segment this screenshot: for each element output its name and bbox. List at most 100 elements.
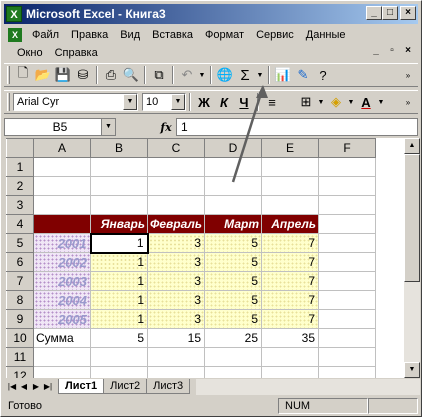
row-header[interactable]: 3 [6, 195, 34, 215]
header-cell[interactable]: Февраль [147, 214, 205, 234]
autosum-icon[interactable]: Σ [235, 65, 255, 85]
sum-label-cell[interactable]: Сумма [33, 328, 91, 348]
font-color-icon[interactable]: A [356, 92, 376, 112]
print-icon[interactable]: ⎙ [101, 65, 121, 85]
value-cell[interactable]: 5 [204, 290, 262, 310]
year-cell[interactable]: 2002 [33, 252, 91, 272]
cell[interactable] [204, 176, 262, 196]
name-box[interactable]: B5 ▼ [4, 118, 116, 136]
cell[interactable] [261, 176, 319, 196]
cell[interactable] [318, 309, 376, 329]
tab-sheet3[interactable]: Лист3 [146, 379, 191, 394]
cell[interactable] [318, 290, 376, 310]
autosum-dropdown-icon[interactable]: ▼ [255, 65, 265, 85]
value-cell[interactable]: 5 [204, 309, 262, 329]
cell[interactable] [147, 347, 205, 367]
cell[interactable] [204, 347, 262, 367]
new-icon[interactable]: 🗋 [13, 65, 33, 85]
align-left-icon[interactable]: ≡ [262, 92, 282, 112]
cell[interactable] [204, 195, 262, 215]
year-cell[interactable]: 2005 [33, 309, 91, 329]
cell[interactable] [318, 328, 376, 348]
undo-icon[interactable]: ↶ [177, 65, 197, 85]
minimize-button[interactable]: _ [366, 6, 382, 20]
horizontal-scrollbar[interactable] [196, 378, 420, 395]
row-header[interactable]: 6 [6, 252, 34, 272]
column-header-c[interactable]: C [147, 138, 205, 158]
cell[interactable] [261, 157, 319, 177]
row-header[interactable]: 10 [6, 328, 34, 348]
next-sheet-icon[interactable]: ▶ [30, 382, 42, 391]
font-color-dropdown-icon[interactable]: ▼ [376, 92, 386, 112]
value-cell[interactable]: 3 [147, 233, 205, 253]
column-header-d[interactable]: D [204, 138, 262, 158]
chevron-down-icon[interactable]: ▼ [171, 94, 185, 110]
year-cell[interactable]: 2004 [33, 290, 91, 310]
row-header[interactable]: 2 [6, 176, 34, 196]
menu-edit[interactable]: Правка [65, 29, 114, 41]
column-header-a[interactable]: A [33, 138, 91, 158]
cell[interactable] [33, 347, 91, 367]
menu-insert[interactable]: Вставка [146, 29, 199, 41]
chart-wizard-icon[interactable]: 📊 [273, 65, 293, 85]
document-icon[interactable]: X [8, 28, 22, 42]
active-cell[interactable]: 1 [89, 232, 149, 254]
print-preview-icon[interactable]: 🔍 [121, 65, 141, 85]
cell[interactable] [147, 157, 205, 177]
borders-icon[interactable]: ⊞ [296, 92, 316, 112]
value-cell[interactable]: 7 [261, 290, 319, 310]
fill-color-dropdown-icon[interactable]: ▼ [346, 92, 356, 112]
tab-sheet2[interactable]: Лист2 [103, 379, 148, 394]
menu-tools[interactable]: Сервис [250, 29, 300, 41]
year-cell[interactable]: 2001 [33, 233, 91, 253]
borders-dropdown-icon[interactable]: ▼ [316, 92, 326, 112]
maximize-button[interactable]: □ [382, 6, 398, 20]
first-sheet-icon[interactable]: |◀ [6, 382, 18, 391]
scroll-up-icon[interactable]: ▲ [404, 138, 420, 154]
value-cell[interactable]: 5 [204, 271, 262, 291]
cell[interactable] [318, 176, 376, 196]
cell[interactable] [261, 347, 319, 367]
row-header[interactable]: 12 [6, 366, 34, 378]
cell[interactable] [33, 195, 91, 215]
cell[interactable] [147, 195, 205, 215]
sum-cell[interactable]: 25 [204, 328, 262, 348]
row-header[interactable]: 5 [6, 233, 34, 253]
value-cell[interactable]: 5 [204, 233, 262, 253]
drawing-icon[interactable]: ✎ [293, 65, 313, 85]
cell[interactable] [90, 366, 148, 378]
open-icon[interactable]: 📂 [33, 65, 53, 85]
formula-input[interactable]: 1 [176, 118, 418, 136]
font-size-select[interactable]: 10 ▼ [142, 93, 186, 111]
cell[interactable] [90, 157, 148, 177]
value-cell[interactable]: 7 [261, 271, 319, 291]
cell[interactable] [318, 252, 376, 272]
row-header[interactable]: 8 [6, 290, 34, 310]
underline-button[interactable]: Ч [234, 92, 254, 112]
font-select[interactable]: Arial Cyr ▼ [13, 93, 138, 111]
chevron-down-icon[interactable]: ▼ [101, 119, 115, 135]
menu-window[interactable]: Окно [11, 47, 49, 59]
row-header[interactable]: 11 [6, 347, 34, 367]
menu-format[interactable]: Формат [199, 29, 250, 41]
select-all-corner[interactable] [6, 138, 34, 158]
value-cell[interactable]: 5 [204, 252, 262, 272]
sum-cell[interactable]: 5 [90, 328, 148, 348]
value-cell[interactable]: 3 [147, 271, 205, 291]
column-header-b[interactable]: B [90, 138, 148, 158]
row-header[interactable]: 4 [6, 214, 34, 234]
toolbar-grip[interactable] [7, 93, 10, 111]
value-cell[interactable]: 1 [90, 252, 148, 272]
cell[interactable] [204, 366, 262, 378]
header-cell[interactable]: Март [204, 214, 262, 234]
cell[interactable] [318, 366, 376, 378]
bold-button[interactable]: Ж [194, 92, 214, 112]
save-icon[interactable]: 💾 [53, 65, 73, 85]
close-button[interactable]: × [400, 6, 416, 20]
fill-color-icon[interactable]: ◈ [326, 92, 346, 112]
sum-cell[interactable]: 15 [147, 328, 205, 348]
chevron-down-icon[interactable]: ▼ [123, 94, 137, 110]
cell[interactable] [90, 176, 148, 196]
cell[interactable] [147, 366, 205, 378]
cell[interactable] [33, 157, 91, 177]
